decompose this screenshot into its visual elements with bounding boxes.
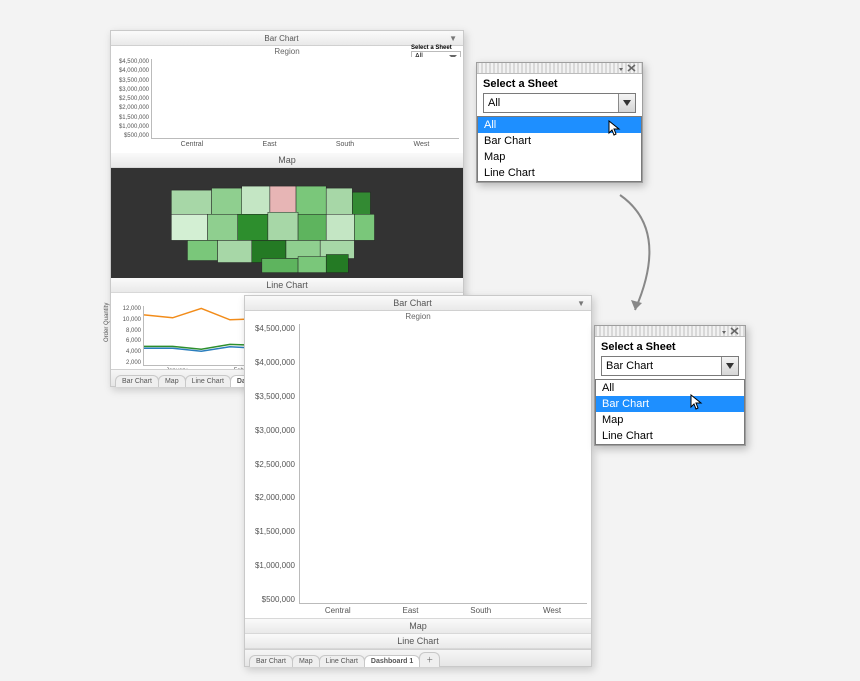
bar-chart-title: Bar Chart [114, 32, 449, 45]
bar-chart-xaxis: CentralEastSouthWest [151, 141, 459, 153]
bar-chart-yaxis: $4,500,000$4,000,000$3,500,000$3,000,000… [111, 57, 151, 139]
sheet-tab[interactable]: Line Chart [319, 655, 365, 667]
sheet-tab[interactable]: Map [158, 375, 186, 387]
panel-menu-icon[interactable] [616, 63, 640, 73]
big-bar-title: Bar Chart [248, 296, 577, 310]
dropdown-option[interactable]: All [478, 117, 641, 133]
line-chart-yaxis: 12,00010,0008,0006,0004,0002,000 [111, 304, 143, 366]
bar-chart-big-plot [299, 324, 587, 604]
panel-menu-icon[interactable] [719, 326, 743, 336]
big-map-title: Map [245, 618, 591, 634]
sheet-tab[interactable]: Bar Chart [249, 655, 293, 667]
chevron-down-icon [726, 363, 734, 369]
map-view[interactable] [111, 168, 463, 278]
line-chart-title: Line Chart [111, 278, 463, 293]
dropdown-option[interactable]: Bar Chart [596, 396, 744, 412]
dropdown-option[interactable]: Bar Chart [478, 133, 641, 149]
sheet-dropdown-list: AllBar ChartMapLine Chart [477, 116, 642, 182]
dropdown-option[interactable]: Map [596, 412, 744, 428]
map-title: Map [111, 153, 463, 168]
sheet-selector-title: Select a Sheet [477, 74, 642, 90]
dropdown-option[interactable]: All [596, 380, 744, 396]
bar-chart-plot [151, 59, 459, 139]
bar-chart-big-xaxis: CentralEastSouthWest [299, 606, 587, 618]
sheet-selector-bottom: Select a Sheet Bar Chart AllBar ChartMap… [594, 325, 746, 446]
sheet-tab[interactable]: Line Chart [185, 375, 231, 387]
sheet-dropdown-value: Bar Chart [602, 360, 721, 372]
line-chart-ylabel: Order Quantity [104, 303, 110, 342]
titlebar: Bar Chart ▼ [111, 31, 463, 46]
sheet-tab[interactable]: Map [292, 655, 320, 667]
bar-chart-big-yaxis: $4,500,000$4,000,000$3,500,000$3,000,000… [245, 322, 297, 604]
sheet-dropdown-list: AllBar ChartMapLine Chart [595, 379, 745, 445]
big-bar-subtitle: Region [245, 311, 591, 322]
sheet-selector-top: Select a Sheet All AllBar ChartMapLine C… [476, 62, 643, 183]
sheet-dropdown-value: All [484, 97, 618, 109]
dropdown-option[interactable]: Map [478, 149, 641, 165]
sheet-dropdown[interactable]: Bar Chart [601, 356, 739, 376]
bar-chart-small: $4,500,000$4,000,000$3,500,000$3,000,000… [111, 57, 463, 153]
dashboard-big-window: Bar Chart ▼ Region $4,500,000$4,000,000$… [244, 295, 592, 667]
panel-grip[interactable] [477, 63, 642, 74]
sheet-tab[interactable]: Bar Chart [115, 375, 159, 387]
flow-arrow-icon [560, 190, 680, 320]
dropdown-option[interactable]: Line Chart [596, 428, 744, 444]
sheet-dropdown-button[interactable] [618, 94, 635, 112]
pin-icon[interactable]: ▼ [449, 34, 457, 43]
big-titlebar: Bar Chart ▼ [245, 296, 591, 311]
sheet-dropdown-button[interactable] [721, 357, 738, 375]
sheet-selector-title: Select a Sheet [595, 337, 745, 353]
bar-chart-big: $4,500,000$4,000,000$3,500,000$3,000,000… [245, 322, 591, 618]
add-sheet-button[interactable]: ＋ [419, 652, 440, 667]
sheet-dropdown[interactable]: All [483, 93, 636, 113]
chevron-down-icon [623, 100, 631, 106]
big-line-title: Line Chart [245, 634, 591, 649]
dropdown-option[interactable]: Line Chart [478, 165, 641, 181]
panel-grip[interactable] [595, 326, 745, 337]
tabs-big: Bar ChartMapLine ChartDashboard 1＋ [245, 649, 591, 666]
sheet-tab[interactable]: Dashboard 1 [364, 655, 420, 667]
